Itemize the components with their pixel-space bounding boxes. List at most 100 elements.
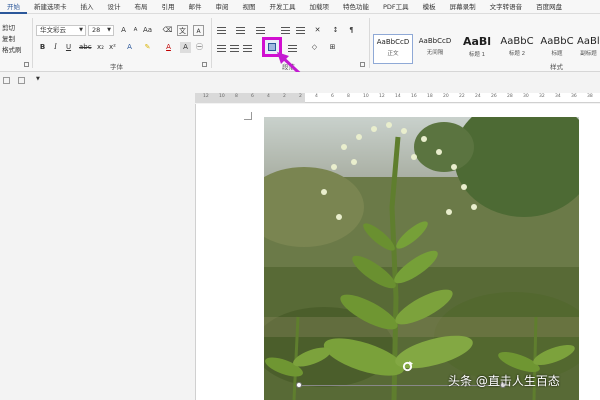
format-painter-button[interactable]: 格式刷 xyxy=(2,44,22,54)
style-sample: AaBl xyxy=(577,36,600,47)
group-separator xyxy=(32,18,33,68)
tab-design[interactable]: 设计 xyxy=(101,0,128,14)
chevron-down-icon: ▼ xyxy=(79,27,83,33)
style-sample: AaBbCcD xyxy=(376,38,410,46)
strikethrough-button[interactable]: abc xyxy=(79,42,92,53)
tab-view[interactable]: 视图 xyxy=(236,0,263,14)
align-center-icon[interactable] xyxy=(230,45,239,53)
char-border-icon[interactable]: A xyxy=(193,25,204,36)
phonetic-guide-icon[interactable]: 文 xyxy=(177,25,188,36)
multilevel-list-icon[interactable] xyxy=(256,27,265,35)
watermark-text: 头条 @直击人生百态 xyxy=(448,374,560,388)
style-sample: AaBl xyxy=(462,35,492,48)
style-name: 标题 xyxy=(551,51,563,57)
align-left-icon[interactable] xyxy=(217,45,226,53)
quick-access-row: ▼ xyxy=(0,72,600,90)
style-sample: AaBbC xyxy=(500,36,534,47)
subscript-button[interactable]: x₂ xyxy=(95,42,106,53)
ruler-tick: 10 xyxy=(219,94,225,99)
customize-qa-icon[interactable]: ▼ xyxy=(36,76,43,83)
style-name: 正文 xyxy=(387,51,399,57)
style-sample: AaBbCcD xyxy=(418,37,452,45)
borders-icon[interactable]: ⊞ xyxy=(327,42,338,53)
show-marks-icon[interactable]: ¶ xyxy=(346,25,357,36)
ruler-tick: 14 xyxy=(395,94,401,99)
chinese-layout-icon[interactable]: ✕ xyxy=(312,25,323,36)
clipboard-launcher-icon[interactable] xyxy=(24,62,29,67)
tab-pdf[interactable]: PDF工具 xyxy=(376,0,416,14)
ruler-tick: 2 xyxy=(299,94,302,99)
tab-addins[interactable]: 加载项 xyxy=(303,0,337,14)
tab-home[interactable]: 开始 xyxy=(0,0,27,14)
decrease-indent-icon[interactable] xyxy=(281,27,290,35)
font-size-combo[interactable]: 28 ▼ xyxy=(88,25,114,36)
undo-icon[interactable] xyxy=(18,77,25,84)
font-launcher-icon[interactable] xyxy=(202,62,207,67)
font-group-label: 字体 xyxy=(110,63,123,71)
ruler-tick: 6 xyxy=(251,94,254,99)
horizontal-ruler[interactable]: 12 10 8 6 4 2 2 4 6 8 10 12 14 16 18 20 22 24 26 28 30 32 34 36… xyxy=(195,93,600,103)
style-heading-1[interactable]: AaBl 标题 1 xyxy=(457,34,497,64)
italic-button[interactable]: I xyxy=(50,42,61,53)
rotate-handle-icon[interactable] xyxy=(402,361,413,372)
sort-icon[interactable]: ↕ xyxy=(330,25,341,36)
enclose-char-icon[interactable]: ㊀ xyxy=(194,42,205,53)
style-name: 标题 1 xyxy=(468,52,486,58)
tab-references[interactable]: 引用 xyxy=(155,0,182,14)
cut-button[interactable]: 剪切 xyxy=(2,22,15,32)
tab-new[interactable]: 新建选项卡 xyxy=(27,0,74,14)
redo-icon[interactable] xyxy=(3,77,10,84)
chevron-down-icon: ▼ xyxy=(107,27,111,33)
style-normal[interactable]: AaBbCcD 正文 xyxy=(373,34,413,64)
tab-template[interactable]: 模板 xyxy=(416,0,443,14)
resize-handle[interactable] xyxy=(296,382,302,388)
superscript-button[interactable]: x² xyxy=(107,42,118,53)
tab-developer[interactable]: 开发工具 xyxy=(263,0,303,14)
style-name: 标题 2 xyxy=(508,51,526,57)
tab-tts[interactable]: 文字转语音 xyxy=(483,0,530,14)
font-name-value: 华文彩云 xyxy=(40,26,66,34)
clear-format-icon[interactable]: ⌫ xyxy=(162,25,173,36)
font-name-combo[interactable]: 华文彩云 ▼ xyxy=(36,25,86,36)
style-no-spacing[interactable]: AaBbCcD 无间隔 xyxy=(415,34,455,64)
ruler-tick: 18 xyxy=(427,94,433,99)
grow-font-icon[interactable]: A xyxy=(118,25,129,36)
ruler-tick: 30 xyxy=(523,94,529,99)
tab-review[interactable]: 审阅 xyxy=(209,0,236,14)
paragraph-launcher-icon[interactable] xyxy=(360,62,365,67)
increase-indent-icon[interactable] xyxy=(296,27,305,35)
ruler-tick: 8 xyxy=(235,94,238,99)
shrink-font-icon[interactable]: A xyxy=(130,25,141,36)
tobacco-plant-photo[interactable] xyxy=(264,117,579,400)
tab-mailings[interactable]: 邮件 xyxy=(182,0,209,14)
char-shading-icon[interactable]: A xyxy=(180,42,191,53)
tab-baidu[interactable]: 百度网盘 xyxy=(529,0,569,14)
ruler-margin xyxy=(195,93,305,103)
ruler-tick: 16 xyxy=(411,94,417,99)
font-color-icon[interactable]: A xyxy=(163,42,174,53)
tab-features[interactable]: 特色功能 xyxy=(336,0,376,14)
bold-button[interactable]: B xyxy=(37,42,48,53)
numbering-icon[interactable] xyxy=(236,27,245,35)
change-case-icon[interactable]: Aa xyxy=(142,25,153,36)
tab-screen-record[interactable]: 屏幕录制 xyxy=(443,0,483,14)
ruler-tick: 8 xyxy=(347,94,350,99)
ruler-tick: 26 xyxy=(491,94,497,99)
text-effects-icon[interactable]: A xyxy=(124,42,135,53)
ribbon-tabs: 开始 新建选项卡 插入 设计 布局 引用 邮件 审阅 视图 开发工具 加载项 特… xyxy=(0,0,600,14)
style-subtitle[interactable]: AaBl 副标题 xyxy=(577,34,600,64)
margin-corner-mark xyxy=(244,112,252,120)
bullets-icon[interactable] xyxy=(217,27,226,35)
copy-button[interactable]: 复制 xyxy=(2,33,15,43)
tab-insert[interactable]: 插入 xyxy=(74,0,101,14)
ruler-tick: 10 xyxy=(363,94,369,99)
align-right-icon[interactable] xyxy=(243,45,252,53)
highlight-color-icon[interactable]: ✎ xyxy=(142,42,153,53)
tab-layout[interactable]: 布局 xyxy=(128,0,155,14)
styles-group-label: 样式 xyxy=(550,63,563,71)
ruler-tick: 28 xyxy=(507,94,513,99)
style-title[interactable]: AaBbC 标题 xyxy=(537,34,577,64)
style-heading-2[interactable]: AaBbC 标题 2 xyxy=(497,34,537,64)
underline-button[interactable]: U xyxy=(63,42,74,53)
style-name: 无间隔 xyxy=(426,50,444,56)
